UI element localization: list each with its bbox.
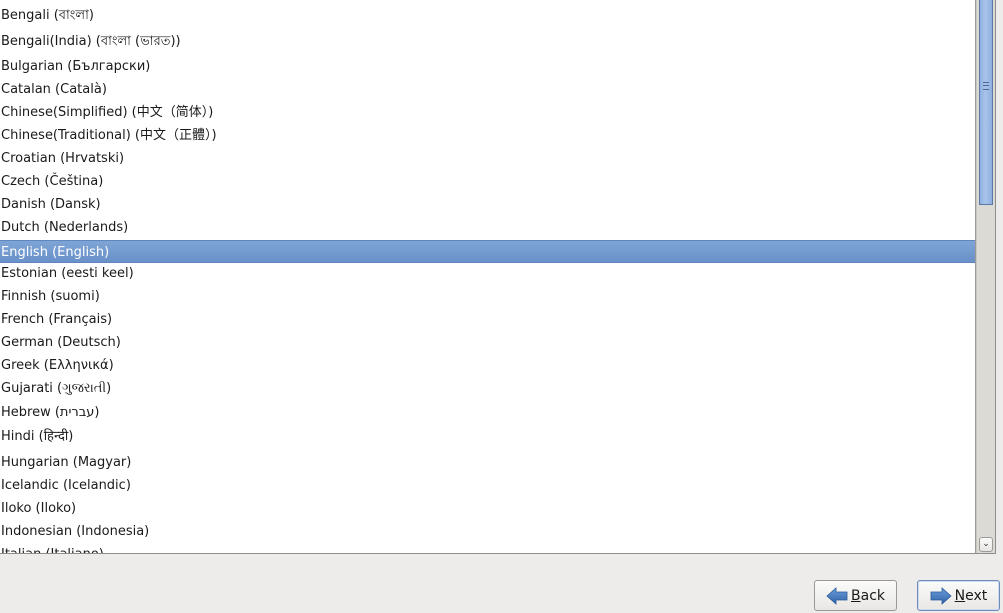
list-item[interactable]: Indonesian (Indonesia) bbox=[0, 520, 975, 543]
list-item[interactable]: Gujarati (ગુજરાતી) bbox=[0, 377, 975, 400]
list-item[interactable]: Bulgarian (Български) bbox=[0, 55, 975, 78]
list-item[interactable]: Greek (Ελληνικά) bbox=[0, 354, 975, 377]
language-list-frame: Bengali (বাংলা) Bengali(India) (বাংলা (ভা… bbox=[0, 0, 996, 554]
list-item[interactable]: Bengali(India) (বাংলা (ভারত)) bbox=[0, 30, 975, 53]
list-item[interactable]: Italian (Italiano) bbox=[0, 543, 975, 553]
next-button-label: Next bbox=[954, 587, 988, 604]
list-item[interactable]: Chinese(Traditional) (中文（正體）) bbox=[0, 124, 975, 147]
language-list[interactable]: Bengali (বাংলা) Bengali(India) (বাংলা (ভা… bbox=[0, 0, 975, 553]
chevron-down-icon: ⌄ bbox=[982, 539, 990, 549]
list-item[interactable]: Hungarian (Magyar) bbox=[0, 451, 975, 474]
vertical-scrollbar[interactable]: ⌄ bbox=[976, 0, 995, 553]
grip-icon bbox=[983, 82, 989, 90]
list-item[interactable]: Danish (Dansk) bbox=[0, 193, 975, 216]
list-item[interactable]: Dutch (Nederlands) bbox=[0, 216, 975, 239]
arrow-left-icon bbox=[826, 586, 848, 605]
list-item[interactable]: Finnish (suomi) bbox=[0, 285, 975, 308]
scrollbar-thumb[interactable] bbox=[979, 0, 993, 205]
back-button-label: Back bbox=[851, 587, 885, 604]
list-item[interactable]: Croatian (Hrvatski) bbox=[0, 147, 975, 170]
list-item[interactable]: Catalan (Català) bbox=[0, 78, 975, 101]
arrow-right-icon bbox=[930, 586, 952, 605]
list-item[interactable]: Chinese(Simplified) (中文（简体）) bbox=[0, 101, 975, 124]
list-item[interactable]: Hindi (हिन्दी) bbox=[0, 425, 975, 448]
list-item[interactable]: Estonian (eesti keel) bbox=[0, 262, 975, 285]
next-button[interactable]: Next bbox=[917, 580, 1000, 611]
list-item[interactable]: Hebrew (עברית) bbox=[0, 401, 975, 424]
back-button[interactable]: Back bbox=[814, 580, 897, 611]
list-item[interactable]: Iloko (Iloko) bbox=[0, 497, 975, 520]
list-item[interactable]: Icelandic (Icelandic) bbox=[0, 474, 975, 497]
list-item[interactable]: Bengali (বাংলা) bbox=[0, 4, 975, 27]
list-item[interactable]: French (Français) bbox=[0, 308, 975, 331]
list-item[interactable]: Czech (Čeština) bbox=[0, 170, 975, 193]
scroll-down-button[interactable]: ⌄ bbox=[979, 537, 993, 552]
list-item-selected[interactable]: English (English) bbox=[0, 240, 975, 263]
list-item[interactable]: German (Deutsch) bbox=[0, 331, 975, 354]
